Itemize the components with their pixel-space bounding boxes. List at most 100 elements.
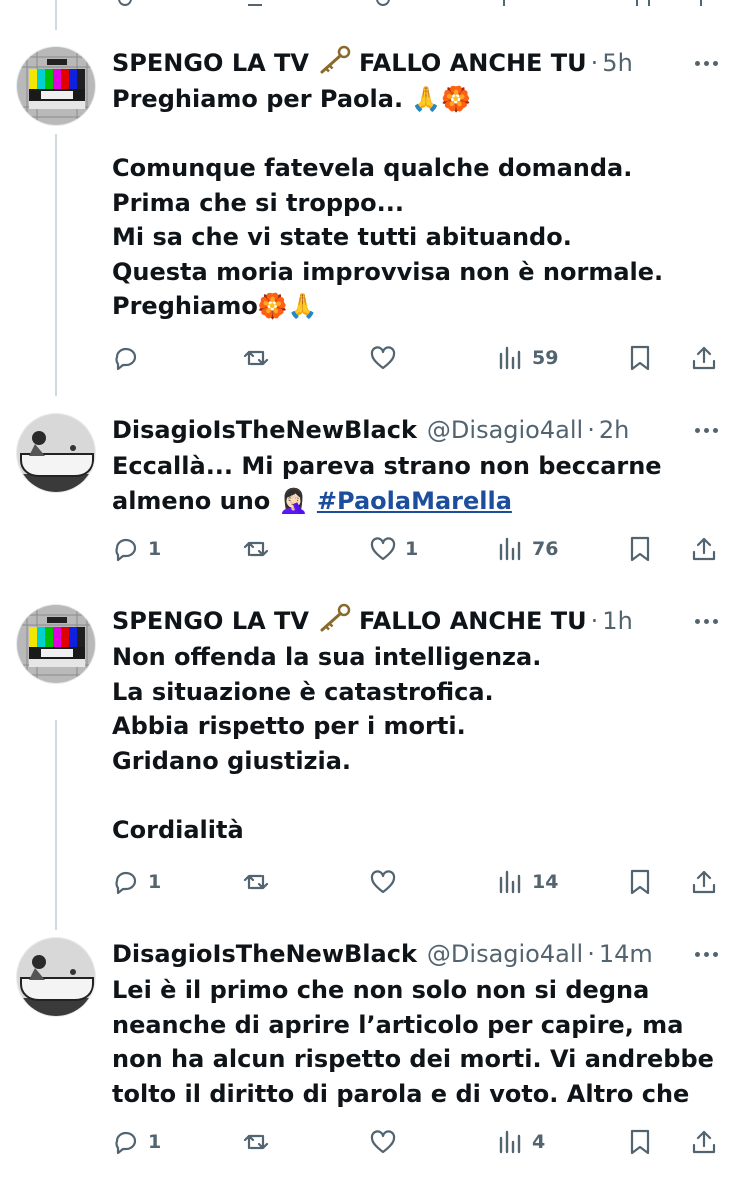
hashtag-link[interactable]: #PaolaMarella — [317, 487, 512, 515]
retweet-button[interactable] — [242, 1124, 278, 1160]
user-handle[interactable]: @Disagio4all — [427, 416, 583, 444]
share-button[interactable] — [690, 340, 718, 376]
retweet-button[interactable] — [242, 864, 278, 900]
views-icon — [499, 870, 521, 894]
timestamp[interactable]: 2h — [599, 416, 629, 444]
like-icon — [370, 1130, 396, 1154]
tweet-text-line: Non offenda la sua intelligenza. — [112, 643, 542, 671]
avatar[interactable] — [16, 937, 96, 1017]
reply-button[interactable]: 1 — [112, 1124, 161, 1160]
bookmark-button[interactable] — [626, 340, 654, 376]
share-button[interactable] — [690, 531, 718, 567]
timestamp[interactable]: 5h — [602, 49, 632, 77]
previous-tweet-actions-fragment — [0, 0, 739, 14]
display-name[interactable]: SPENGO LA TV — [112, 49, 309, 77]
views-button[interactable]: 59 — [496, 340, 558, 376]
views-icon — [499, 537, 521, 561]
timestamp[interactable]: 14m — [599, 940, 653, 968]
separator-dot: · — [587, 416, 595, 444]
like-icon — [370, 537, 396, 561]
share-button[interactable] — [690, 1124, 718, 1160]
tweet-text-line: Lei è il primo che non solo non si degna — [112, 976, 650, 1004]
bathtub-avatar-image — [17, 414, 95, 492]
separator-dot: · — [587, 940, 595, 968]
separator-dot: · — [590, 49, 599, 77]
thread-line — [55, 134, 57, 396]
tweet-text-line: tolto il diritto di parola e di voto. Al… — [112, 1079, 690, 1108]
bookmark-icon[interactable] — [636, 0, 650, 6]
reply-icon — [115, 538, 137, 562]
key-icon — [317, 603, 351, 639]
timestamp[interactable]: 1h — [602, 607, 632, 635]
tweet-actions: 1 1 76 — [112, 531, 722, 567]
tweet-text-segment: almeno uno 🤦🏻‍♀️ — [112, 486, 309, 515]
tweet-text-line: Eccallà... Mi pareva strano non beccarne — [112, 452, 662, 480]
bookmark-icon — [630, 869, 650, 895]
bookmark-button[interactable] — [626, 531, 654, 567]
like-button[interactable]: 1 — [369, 531, 418, 567]
tweet-text-line: Mi sa che vi state tutti abituando. — [112, 223, 572, 251]
reply-button[interactable] — [112, 340, 148, 376]
tweet-text-line: Preghiamo per Paola. 🙏🏵️ — [112, 85, 472, 113]
tweet-text-line — [112, 117, 712, 152]
like-button[interactable] — [369, 864, 405, 900]
bookmark-button[interactable] — [626, 1124, 654, 1160]
bookmark-icon — [630, 536, 650, 562]
more-icon[interactable] — [691, 939, 721, 969]
like-icon[interactable] — [376, 0, 390, 6]
reply-icon — [115, 347, 137, 371]
tweet-actions: 1 14 — [112, 864, 722, 900]
tweet-text-line-with-hashtag: almeno uno 🤦🏻‍♀️ #PaolaMarella — [112, 484, 712, 519]
display-name[interactable]: DisagioIsTheNewBlack — [112, 416, 417, 444]
reply-button[interactable]: 1 — [112, 531, 161, 567]
like-icon — [370, 870, 396, 894]
thread-line — [55, 720, 57, 930]
views-button[interactable]: 76 — [496, 531, 558, 567]
avatar[interactable] — [16, 46, 96, 126]
more-icon[interactable] — [691, 48, 721, 78]
tweet-actions: 59 — [112, 340, 722, 376]
tweet-text: Preghiamo per Paola. 🙏🏵️ Comunque fateve… — [112, 82, 712, 324]
tweet-text: Eccallà... Mi pareva strano non beccarne… — [112, 449, 712, 518]
views-button[interactable]: 4 — [496, 1124, 545, 1160]
avatar[interactable] — [16, 604, 96, 684]
bookmark-button[interactable] — [626, 864, 654, 900]
avatar[interactable] — [16, 413, 96, 493]
views-icon[interactable] — [503, 0, 517, 6]
display-name[interactable]: SPENGO LA TV — [112, 607, 309, 635]
display-name-suffix[interactable]: FALLO ANCHE TU — [359, 49, 587, 77]
views-button[interactable]: 14 — [496, 864, 558, 900]
tweet-actions: 1 4 — [112, 1124, 722, 1160]
views-icon — [499, 346, 521, 370]
display-name[interactable]: DisagioIsTheNewBlack — [112, 940, 417, 968]
tweet-text-line: La situazione è catastrofica. — [112, 677, 494, 706]
display-name-suffix[interactable]: FALLO ANCHE TU — [359, 607, 587, 635]
reply-count: 1 — [148, 538, 162, 560]
user-handle[interactable]: @Disagio4all — [427, 940, 583, 968]
reply-icon — [115, 1131, 137, 1155]
thread-line — [55, 0, 57, 30]
share-icon — [692, 537, 716, 561]
tweet-text-line: Comunque fatevela qualche domanda. — [112, 154, 633, 182]
like-button[interactable] — [369, 1124, 405, 1160]
share-icon[interactable] — [700, 0, 714, 6]
reply-button[interactable]: 1 — [112, 864, 161, 900]
share-icon — [692, 1130, 716, 1154]
share-button[interactable] — [690, 864, 718, 900]
retweet-icon[interactable] — [248, 0, 262, 6]
retweet-icon — [243, 541, 269, 557]
more-icon[interactable] — [691, 606, 721, 636]
more-icon[interactable] — [691, 415, 721, 445]
tweet-text-line: Prima che si troppo... — [112, 188, 405, 217]
retweet-button[interactable] — [242, 340, 278, 376]
like-icon — [370, 346, 396, 370]
reply-count: 1 — [148, 871, 162, 893]
like-button[interactable] — [369, 340, 405, 376]
retweet-button[interactable] — [242, 531, 278, 567]
tweet-text-line: Abbia rispetto per i morti. — [112, 712, 466, 740]
tweet-text-line: Gridano giustizia. — [112, 746, 352, 775]
retweet-icon — [243, 1134, 269, 1150]
bathtub-avatar-image — [17, 938, 95, 1016]
views-icon — [499, 1130, 521, 1154]
reply-icon[interactable] — [118, 0, 132, 6]
